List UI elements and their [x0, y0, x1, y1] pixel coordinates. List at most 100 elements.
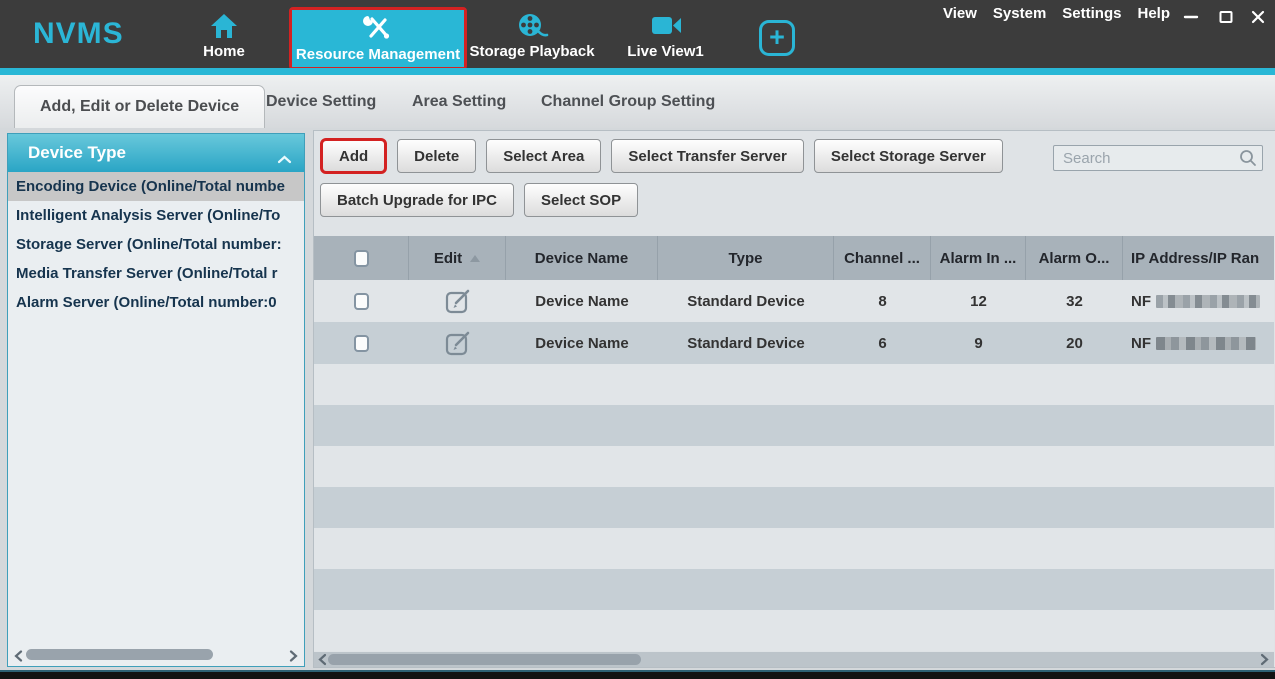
header-type[interactable]: Type [658, 236, 834, 280]
header-channel[interactable]: Channel ... [834, 236, 931, 280]
scroll-right-icon[interactable] [289, 649, 299, 667]
select-all-checkbox[interactable] [354, 250, 369, 267]
redacted-ip-block [1156, 295, 1260, 308]
bottom-bar [0, 672, 1275, 679]
delete-button[interactable]: Delete [397, 139, 476, 173]
cell-channel: 6 [834, 335, 931, 352]
toolbar-row-1: Add Delete Select Area Select Transfer S… [320, 139, 1003, 174]
plus-icon: + [769, 22, 785, 52]
empty-row [314, 487, 1274, 528]
add-button[interactable]: Add [320, 138, 387, 174]
close-button[interactable] [1249, 8, 1267, 26]
minimize-icon [1183, 9, 1199, 25]
add-tab-button[interactable]: + [759, 20, 795, 56]
cell-alarm-out: 32 [1026, 293, 1123, 310]
maximize-icon [1218, 9, 1234, 25]
header-device-name[interactable]: Device Name [506, 236, 658, 280]
nav-storage-playback[interactable]: Storage Playback [468, 9, 596, 65]
cell-ip-address: NF [1123, 293, 1274, 310]
header-edit[interactable]: Edit [409, 236, 506, 280]
edit-icon[interactable] [443, 328, 473, 358]
sort-ascending-icon [470, 255, 480, 262]
video-camera-icon [649, 9, 683, 43]
nav-home[interactable]: Home [183, 9, 265, 65]
toolbar-row-2: Batch Upgrade for IPC Select SOP [320, 183, 638, 217]
empty-row [314, 446, 1274, 487]
search-input[interactable] [1053, 145, 1263, 171]
empty-row [314, 405, 1274, 446]
sidebar-item-storage-server[interactable]: Storage Server (Online/Total number: [8, 230, 304, 259]
device-table: Edit Device Name Type Channel ... Alarm … [314, 236, 1274, 651]
cell-type: Standard Device [658, 335, 834, 352]
cell-alarm-out: 20 [1026, 335, 1123, 352]
menu-bar: View System Settings Help [943, 5, 1170, 22]
select-storage-server-button[interactable]: Select Storage Server [814, 139, 1003, 173]
ip-prefix: NF [1131, 335, 1151, 352]
tab-area-setting[interactable]: Area Setting [412, 75, 506, 128]
cell-device-name: Device Name [506, 293, 658, 310]
menu-help[interactable]: Help [1137, 5, 1170, 22]
nav-resource-management[interactable]: Resource Management [292, 10, 464, 67]
tab-device-setting[interactable]: Device Setting [266, 75, 376, 128]
header-edit-label: Edit [434, 250, 462, 267]
empty-row [314, 364, 1274, 405]
table-row[interactable]: Device Name Standard Device 6 9 20 NF [314, 322, 1274, 364]
chevron-up-icon[interactable] [277, 149, 292, 169]
accent-strip [0, 68, 1275, 75]
nav-storage-playback-label: Storage Playback [469, 43, 594, 60]
scroll-left-icon[interactable] [13, 649, 23, 667]
tab-add-edit-delete-device[interactable]: Add, Edit or Delete Device [14, 85, 265, 128]
select-area-button[interactable]: Select Area [486, 139, 601, 173]
nav-resource-management-label: Resource Management [296, 46, 460, 63]
table-row[interactable]: Device Name Standard Device 8 12 32 NF [314, 280, 1274, 322]
sidebar-item-intelligent-analysis-server[interactable]: Intelligent Analysis Server (Online/To [8, 201, 304, 230]
select-sop-button[interactable]: Select SOP [524, 183, 638, 217]
cell-type: Standard Device [658, 293, 834, 310]
nav-home-label: Home [203, 43, 245, 60]
header-ip-address[interactable]: IP Address/IP Ran [1123, 236, 1274, 280]
redacted-ip-block [1156, 337, 1256, 350]
app-logo: NVMS [33, 17, 124, 51]
batch-upgrade-ipc-button[interactable]: Batch Upgrade for IPC [320, 183, 514, 217]
device-type-header-label: Device Type [28, 143, 126, 163]
home-icon [209, 9, 239, 43]
cell-alarm-in: 12 [931, 293, 1026, 310]
tools-icon [362, 10, 394, 46]
cell-ip-address: NF [1123, 335, 1274, 352]
device-type-header[interactable]: Device Type [8, 134, 304, 172]
menu-system[interactable]: System [993, 5, 1046, 22]
sidebar-horizontal-scrollbar[interactable] [13, 649, 299, 661]
film-reel-icon [515, 9, 549, 43]
nav-live-view-label: Live View1 [627, 43, 703, 60]
cell-channel: 8 [834, 293, 931, 310]
tab-channel-group-setting[interactable]: Channel Group Setting [541, 75, 715, 128]
row-checkbox[interactable] [354, 293, 369, 310]
scroll-left-icon[interactable] [317, 653, 327, 671]
table-horizontal-scrollbar[interactable] [314, 652, 1274, 667]
scroll-right-icon[interactable] [1260, 653, 1270, 671]
sidebar-item-alarm-server[interactable]: Alarm Server (Online/Total number:0 [8, 288, 304, 317]
menu-view[interactable]: View [943, 5, 977, 22]
minimize-button[interactable] [1182, 8, 1200, 26]
cell-alarm-in: 9 [931, 335, 1026, 352]
maximize-button[interactable] [1217, 8, 1235, 26]
empty-row [314, 610, 1274, 651]
nav-live-view[interactable]: Live View1 [618, 9, 713, 65]
sidebar-item-encoding-device[interactable]: Encoding Device (Online/Total numbe [8, 172, 304, 201]
row-checkbox[interactable] [354, 335, 369, 352]
select-transfer-server-button[interactable]: Select Transfer Server [611, 139, 803, 173]
ip-prefix: NF [1131, 293, 1151, 310]
menu-settings[interactable]: Settings [1062, 5, 1121, 22]
scrollbar-thumb[interactable] [26, 649, 213, 660]
content-area: Device Type Encoding Device (Online/Tota… [0, 128, 1275, 672]
title-bar: NVMS Home Resource Management [0, 0, 1275, 68]
header-alarm-in[interactable]: Alarm In ... [931, 236, 1026, 280]
device-type-panel: Device Type Encoding Device (Online/Tota… [7, 133, 305, 667]
scrollbar-thumb[interactable] [328, 654, 641, 665]
sidebar-item-media-transfer-server[interactable]: Media Transfer Server (Online/Total r [8, 259, 304, 288]
close-icon [1250, 9, 1266, 25]
empty-row [314, 528, 1274, 569]
edit-icon[interactable] [443, 286, 473, 316]
header-alarm-out[interactable]: Alarm O... [1026, 236, 1123, 280]
search-box [1053, 145, 1263, 171]
